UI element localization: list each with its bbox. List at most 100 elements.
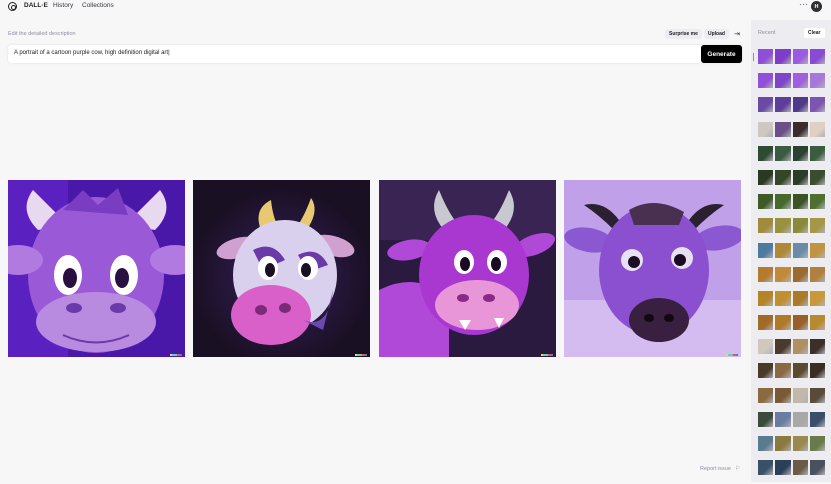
recent-thumbnail[interactable] bbox=[792, 339, 808, 355]
recent-thumbnail[interactable] bbox=[758, 242, 774, 258]
thumbnail-row bbox=[758, 460, 828, 476]
result-image-1[interactable] bbox=[8, 180, 185, 357]
sidebar-scrollbar[interactable] bbox=[753, 53, 754, 61]
recent-thumbnail[interactable] bbox=[758, 363, 774, 379]
recent-thumbnail[interactable] bbox=[758, 121, 774, 137]
recent-thumbnail[interactable] bbox=[775, 242, 791, 258]
thumbnail-row bbox=[758, 97, 828, 113]
clear-button[interactable]: Clear bbox=[804, 28, 825, 38]
recent-thumbnail[interactable] bbox=[775, 290, 791, 306]
recent-thumbnail[interactable] bbox=[775, 315, 791, 331]
recent-thumbnail[interactable] bbox=[775, 49, 791, 64]
recent-thumbnail[interactable] bbox=[809, 169, 826, 185]
recent-thumbnail[interactable] bbox=[792, 266, 808, 282]
recent-thumbnail[interactable] bbox=[809, 315, 826, 331]
upload-button[interactable]: Upload bbox=[704, 29, 729, 39]
recent-thumbnail[interactable] bbox=[809, 121, 826, 137]
recent-thumbnail[interactable] bbox=[758, 339, 774, 355]
recent-thumbnail[interactable] bbox=[792, 121, 808, 137]
recent-thumbnail[interactable] bbox=[775, 97, 791, 113]
recent-thumbnail[interactable] bbox=[758, 169, 774, 185]
nav-link-history[interactable]: History bbox=[53, 2, 73, 9]
recent-thumbnail[interactable] bbox=[809, 339, 826, 355]
recent-thumbnail[interactable] bbox=[792, 290, 808, 306]
recent-thumbnail[interactable] bbox=[758, 387, 774, 403]
recent-thumbnail[interactable] bbox=[775, 411, 791, 427]
thumbnail-row bbox=[758, 242, 828, 258]
recent-thumbnail[interactable] bbox=[792, 242, 808, 258]
recent-thumbnail[interactable] bbox=[809, 266, 826, 282]
recent-thumbnail[interactable] bbox=[809, 242, 826, 258]
report-issue-link[interactable]: Report issue bbox=[700, 466, 731, 472]
recent-thumbnail[interactable] bbox=[775, 218, 791, 234]
recent-thumbnail[interactable] bbox=[775, 266, 791, 282]
prompt-text: A portrait of a cartoon purple cow, high… bbox=[14, 50, 170, 56]
recent-thumbnail[interactable] bbox=[809, 73, 826, 89]
recent-thumbnail[interactable] bbox=[775, 194, 791, 210]
recent-thumbnails bbox=[758, 49, 828, 484]
recent-thumbnail[interactable] bbox=[809, 436, 826, 451]
recent-thumbnail[interactable] bbox=[809, 363, 826, 379]
result-image-2[interactable] bbox=[193, 180, 370, 357]
recent-thumbnail[interactable] bbox=[775, 339, 791, 355]
surprise-me-button[interactable]: Surprise me bbox=[665, 29, 702, 39]
recent-thumbnail[interactable] bbox=[758, 290, 774, 306]
recent-thumbnail[interactable] bbox=[775, 121, 791, 137]
recent-thumbnail[interactable] bbox=[775, 145, 791, 161]
recent-thumbnail[interactable] bbox=[775, 436, 791, 451]
recent-thumbnail[interactable] bbox=[775, 363, 791, 379]
recent-thumbnail[interactable] bbox=[792, 363, 808, 379]
recent-thumbnail[interactable] bbox=[809, 290, 826, 306]
recent-thumbnail[interactable] bbox=[775, 73, 791, 89]
recent-thumbnail[interactable] bbox=[758, 436, 774, 451]
recent-thumbnail[interactable] bbox=[809, 49, 826, 64]
result-image-3[interactable] bbox=[379, 180, 556, 357]
recent-thumbnail[interactable] bbox=[792, 49, 808, 64]
recent-thumbnail[interactable] bbox=[809, 387, 826, 403]
thumbnail-row bbox=[758, 73, 828, 89]
flag-icon[interactable]: ⚐ bbox=[735, 465, 740, 472]
recent-thumbnail[interactable] bbox=[809, 411, 826, 427]
prompt-input[interactable]: A portrait of a cartoon purple cow, high… bbox=[8, 45, 742, 63]
generate-button[interactable]: Generate bbox=[701, 45, 742, 63]
collapse-sidebar-icon[interactable]: ⇥ bbox=[732, 29, 742, 39]
more-options-icon[interactable]: ··· bbox=[799, 0, 809, 9]
recent-thumbnail[interactable] bbox=[758, 218, 774, 234]
recent-thumbnail[interactable] bbox=[809, 218, 826, 234]
recent-thumbnail[interactable] bbox=[758, 315, 774, 331]
recent-thumbnail[interactable] bbox=[792, 218, 808, 234]
recent-thumbnail[interactable] bbox=[809, 460, 826, 476]
recent-thumbnail[interactable] bbox=[775, 460, 791, 476]
thumbnail-row bbox=[758, 145, 828, 161]
recent-thumbnail[interactable] bbox=[792, 73, 808, 89]
avatar[interactable]: H bbox=[811, 1, 822, 12]
recent-thumbnail[interactable] bbox=[792, 145, 808, 161]
recent-thumbnail[interactable] bbox=[758, 49, 774, 64]
recent-thumbnail[interactable] bbox=[792, 436, 808, 451]
recent-thumbnail[interactable] bbox=[792, 411, 808, 427]
recent-thumbnail[interactable] bbox=[775, 387, 791, 403]
recent-thumbnail[interactable] bbox=[758, 266, 774, 282]
recent-thumbnail[interactable] bbox=[758, 73, 774, 89]
thumbnail-row bbox=[758, 121, 828, 137]
recent-thumbnail[interactable] bbox=[758, 460, 774, 476]
openai-logo-icon[interactable] bbox=[8, 2, 17, 11]
recent-thumbnail[interactable] bbox=[792, 460, 808, 476]
recent-thumbnail[interactable] bbox=[792, 315, 808, 331]
recent-thumbnail[interactable] bbox=[758, 411, 774, 427]
brand-name[interactable]: DALL·E bbox=[24, 2, 48, 9]
recent-thumbnail[interactable] bbox=[792, 169, 808, 185]
recent-thumbnail[interactable] bbox=[809, 194, 826, 210]
watermark-signature bbox=[355, 354, 368, 356]
recent-thumbnail[interactable] bbox=[758, 97, 774, 113]
recent-thumbnail[interactable] bbox=[809, 97, 826, 113]
recent-thumbnail[interactable] bbox=[792, 97, 808, 113]
recent-thumbnail[interactable] bbox=[775, 169, 791, 185]
recent-thumbnail[interactable] bbox=[792, 387, 808, 403]
recent-thumbnail[interactable] bbox=[758, 145, 774, 161]
recent-thumbnail[interactable] bbox=[792, 194, 808, 210]
result-image-4[interactable] bbox=[564, 180, 741, 357]
nav-link-collections[interactable]: Collections bbox=[82, 2, 114, 9]
recent-thumbnail[interactable] bbox=[809, 145, 826, 161]
recent-thumbnail[interactable] bbox=[758, 194, 774, 210]
